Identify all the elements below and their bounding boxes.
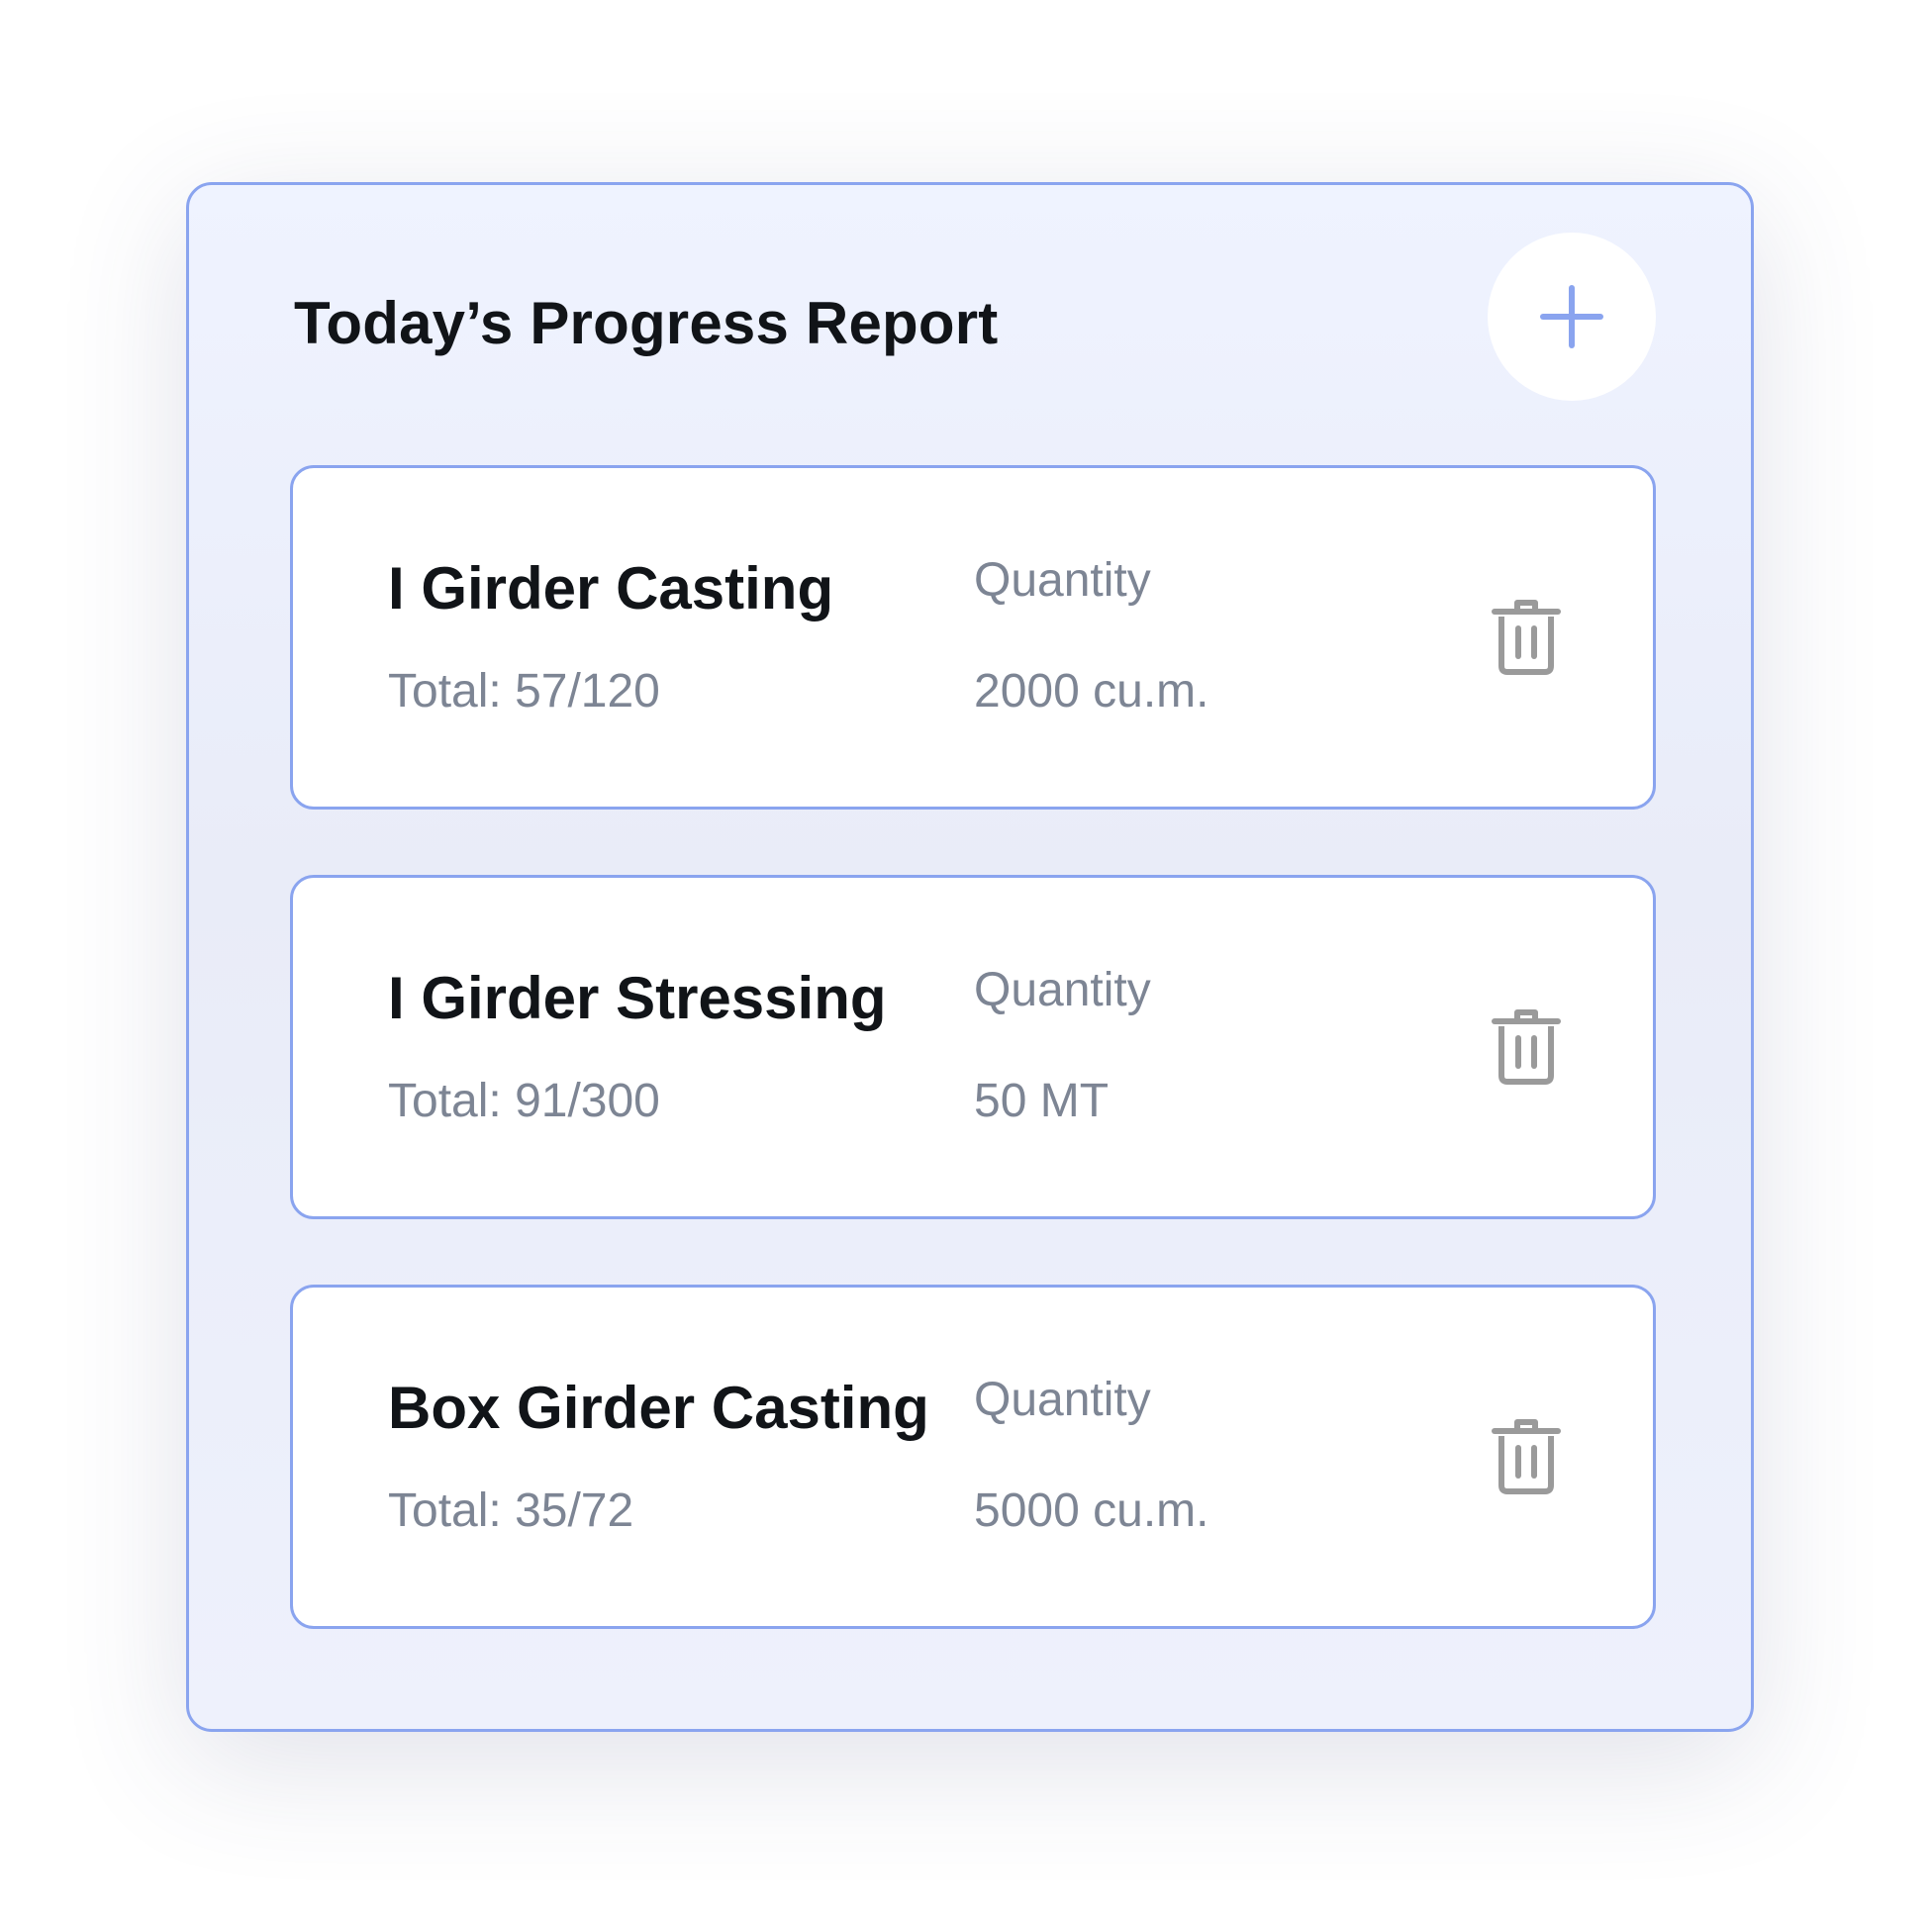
progress-item-card: I Girder Stressing Total: 91/300 Quantit… [290, 875, 1656, 1219]
task-total: Total: 91/300 [388, 1075, 660, 1127]
quantity-value: 5000 cu.m. [974, 1484, 1209, 1537]
trash-icon [1492, 1419, 1561, 1494]
progress-item-card: I Girder Casting Total: 57/120 Quantity … [290, 465, 1656, 810]
trash-icon [1492, 1009, 1561, 1085]
delete-item-button[interactable] [1477, 997, 1576, 1096]
screen: Today’s Progress Report I Girder Casting… [0, 0, 1932, 1913]
task-total: Total: 57/120 [388, 665, 660, 717]
task-name: I Girder Casting [388, 555, 834, 622]
add-item-button[interactable] [1488, 233, 1656, 401]
quantity-label: Quantity [974, 964, 1151, 1016]
delete-item-button[interactable] [1477, 1406, 1576, 1505]
quantity-label: Quantity [974, 1374, 1151, 1426]
plus-icon [1540, 285, 1603, 348]
quantity-label: Quantity [974, 554, 1151, 607]
trash-icon [1492, 600, 1561, 675]
task-total: Total: 35/72 [388, 1484, 634, 1537]
page-title: Today’s Progress Report [294, 290, 999, 356]
quantity-value: 50 MT [974, 1075, 1110, 1127]
progress-item-card: Box Girder Casting Total: 35/72 Quantity… [290, 1285, 1656, 1629]
quantity-value: 2000 cu.m. [974, 665, 1209, 717]
progress-report-panel: Today’s Progress Report I Girder Casting… [186, 182, 1754, 1732]
task-name: Box Girder Casting [388, 1375, 929, 1441]
delete-item-button[interactable] [1477, 587, 1576, 686]
task-name: I Girder Stressing [388, 965, 887, 1031]
